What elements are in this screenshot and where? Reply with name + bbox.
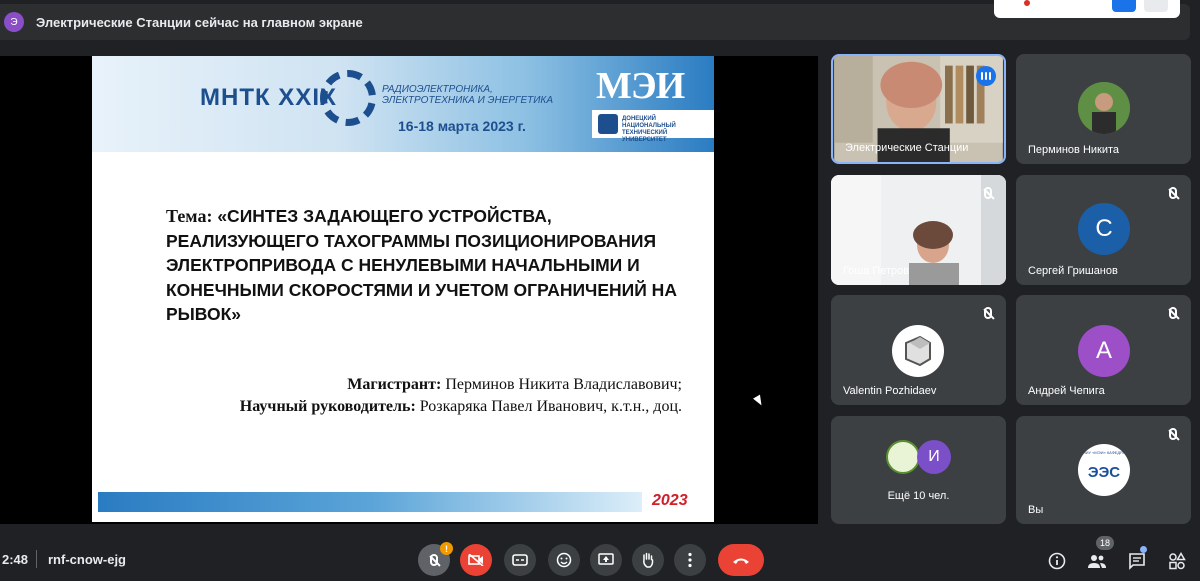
university-badge-icon (598, 114, 618, 134)
meeting-info-button[interactable] (1046, 550, 1068, 572)
info-icon (1048, 552, 1066, 570)
participant-tile-5[interactable]: А Андрей Чепига (1016, 295, 1191, 405)
self-avatar-logo: НИУ «МЭИ» КАФЕДРА ЭЭС (1078, 444, 1130, 496)
slide-footer-bar (98, 492, 642, 512)
recording-dot-icon (1024, 0, 1030, 6)
participant-tile-1[interactable]: Перминов Никита (1016, 54, 1191, 164)
self-view-button[interactable] (1112, 0, 1136, 12)
participant-name: Гоша Петров (843, 265, 910, 277)
speaking-indicator-icon (976, 66, 996, 86)
presentation-slide: МНТК XXIX РАДИОЭЛЕКТРОНИКА, ЭЛЕКТРОТЕХНИ… (92, 56, 714, 522)
chat-icon (1129, 553, 1145, 570)
participant-tile-others[interactable]: И Ещё 10 чел. (831, 416, 1006, 524)
slide-topic: Тема: «СИНТЕЗ ЗАДАЮЩЕГО УСТРОЙСТВА, РЕАЛ… (166, 204, 686, 327)
university-name: ДОНЕЦКИЙ НАЦИОНАЛЬНЫЙ ТЕХНИЧЕСКИЙ УНИВЕР… (622, 116, 676, 143)
people-button[interactable] (1086, 550, 1108, 572)
people-icon (1088, 555, 1106, 568)
topic-label: Тема: (166, 206, 213, 226)
participant-avatar-image (892, 325, 944, 377)
mei-logo: МЭИ (596, 65, 685, 107)
bottom-control-bar: 2:48 rnf-cnow-ejg ! 18 (0, 536, 1200, 581)
captions-icon (512, 554, 528, 566)
more-options-button[interactable] (674, 544, 706, 576)
self-logo-caption: НИУ «МЭИ» КАФЕДРА (1082, 450, 1126, 455)
presenter-avatar: Э (4, 12, 24, 32)
top-bar: Э Электрические Станции сейчас на главно… (0, 0, 1200, 44)
presenting-banner-text: Электрические Станции сейчас на главном … (36, 14, 363, 30)
meeting-clock: 2:48 (2, 552, 29, 567)
raise-hand-button[interactable] (632, 544, 664, 576)
present-icon (598, 553, 614, 565)
divider (36, 550, 37, 568)
participant-name: Valentin Pozhidaev (843, 385, 937, 397)
participant-tile-3[interactable]: С Сергей Гришанов (1016, 175, 1191, 285)
conference-title: МНТК XXIX (200, 84, 337, 111)
mic-warning-badge: ! (440, 542, 453, 555)
mic-muted-icon (1163, 303, 1183, 323)
reactions-button[interactable] (548, 544, 580, 576)
chat-unread-dot (1140, 546, 1147, 553)
slide-authors: Магистрант: Перминов Никита Владиславови… (192, 374, 682, 418)
camera-off-icon (468, 554, 484, 566)
participant-tile-self[interactable]: НИУ «МЭИ» КАФЕДРА ЭЭС Вы (1016, 416, 1191, 524)
participant-avatar-photo (1078, 82, 1130, 134)
leave-call-button[interactable] (718, 544, 764, 576)
self-mic-icon[interactable] (1144, 0, 1168, 12)
mic-off-icon (430, 554, 438, 566)
slide-year: 2023 (652, 492, 688, 509)
participant-tile-0[interactable]: Электрические Станции (831, 54, 1006, 164)
advisor-label: Научный руководитель: (239, 398, 416, 415)
participant-avatar: А (1078, 325, 1130, 377)
slide-header: МНТК XXIX РАДИОЭЛЕКТРОНИКА, ЭЛЕКТРОТЕХНИ… (92, 56, 714, 152)
mic-muted-icon (1163, 424, 1183, 444)
participant-name: Андрей Чепига (1028, 385, 1105, 397)
participant-name: Сергей Гришанов (1028, 265, 1118, 277)
presentation-stage: МНТК XXIX РАДИОЭЛЕКТРОНИКА, ЭЛЕКТРОТЕХНИ… (0, 56, 818, 524)
participant-avatar: С (1078, 203, 1130, 255)
captions-button[interactable] (504, 544, 536, 576)
chat-button[interactable] (1126, 550, 1148, 572)
recording-indicator-box (994, 0, 1180, 18)
meeting-code: rnf-cnow-ejg (48, 552, 126, 567)
hang-up-icon (733, 558, 749, 564)
people-count-badge: 18 (1096, 536, 1115, 550)
participant-name: Электрические Станции (845, 142, 969, 154)
mic-muted-icon (978, 303, 998, 323)
participant-emblem-icon (886, 440, 920, 474)
author-label: Магистрант: (347, 376, 442, 393)
self-logo-text: ЭЭС (1087, 464, 1121, 481)
participant-tile-2[interactable]: Гоша Петров (831, 175, 1006, 285)
participant-name: Ещё 10 чел. (887, 490, 950, 502)
topic-text: «СИНТЕЗ ЗАДАЮЩЕГО УСТРОЙСТВА, РЕАЛИЗУЮЩЕ… (166, 206, 677, 324)
conference-date: 16-18 марта 2023 г. (398, 118, 526, 134)
hand-icon (643, 552, 654, 568)
participant-name: Вы (1028, 504, 1044, 516)
advisor-name: Розкаряка Павел Иванович, к.т.н., доц. (419, 398, 682, 415)
conference-subtitle: РАДИОЭЛЕКТРОНИКА, ЭЛЕКТРОТЕХНИКА И ЭНЕРГ… (382, 84, 553, 106)
university-strip: ДОНЕЦКИЙ НАЦИОНАЛЬНЫЙ ТЕХНИЧЕСКИЙ УНИВЕР… (592, 110, 714, 143)
camera-toggle-button[interactable] (460, 544, 492, 576)
more-vert-icon (688, 552, 692, 568)
mic-muted-icon (1163, 183, 1183, 203)
activities-button[interactable] (1166, 550, 1188, 572)
emoji-icon (556, 552, 572, 568)
present-screen-button[interactable] (590, 544, 622, 576)
mic-muted-icon (978, 183, 998, 203)
activities-icon (1169, 552, 1186, 570)
author-name: Перминов Никита Владиславович; (445, 376, 682, 393)
participant-avatar: И (917, 440, 951, 474)
participant-name: Перминов Никита (1028, 144, 1120, 156)
participant-tile-4[interactable]: Valentin Pozhidaev (831, 295, 1006, 405)
